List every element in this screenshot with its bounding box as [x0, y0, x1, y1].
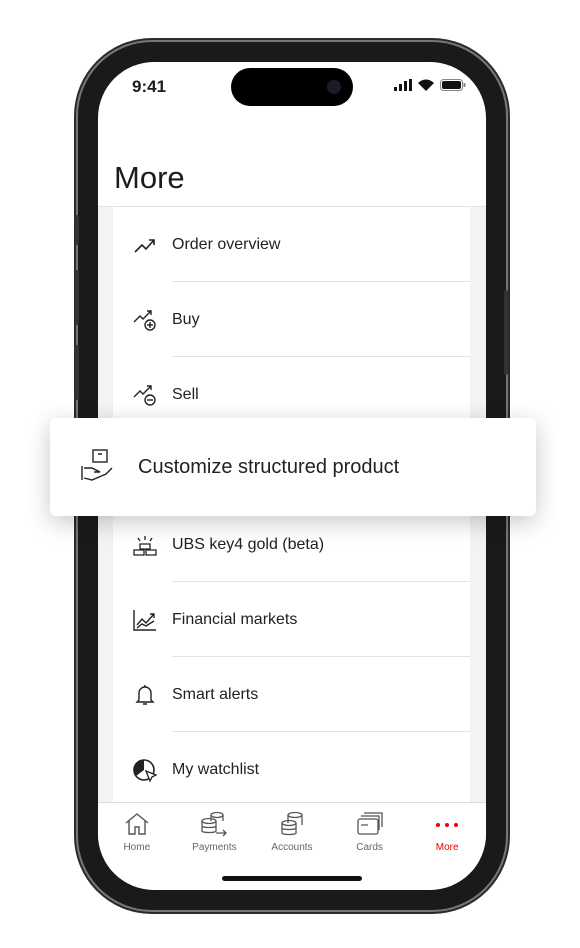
- menu-item-smart-alerts[interactable]: Smart alerts: [113, 657, 470, 732]
- menu-item-financial-markets[interactable]: Financial markets: [113, 582, 470, 657]
- menu-item-watchlist[interactable]: My watchlist: [113, 732, 470, 807]
- chart-icon: [113, 608, 172, 632]
- watchlist-icon: [113, 757, 172, 783]
- menu-item-gold[interactable]: UBS key4 gold (beta): [113, 507, 470, 582]
- bell-icon: [113, 683, 172, 707]
- signal-icon: [394, 79, 412, 91]
- page-title: More: [114, 160, 185, 195]
- trend-plus-icon: [113, 308, 172, 332]
- trend-up-icon: [113, 235, 172, 255]
- mute-switch: [75, 215, 79, 245]
- tab-accounts[interactable]: Accounts: [253, 803, 331, 872]
- status-icons: [394, 79, 466, 91]
- status-time: 9:41: [132, 77, 167, 96]
- payments-icon: [201, 811, 228, 837]
- tab-payments[interactable]: Payments: [176, 803, 254, 872]
- menu-item-customize-structured-product[interactable]: Customize structured product: [50, 418, 536, 516]
- dots-icon: [436, 823, 459, 827]
- battery-icon: [440, 79, 466, 91]
- wifi-icon: [418, 79, 434, 91]
- camera-icon: [327, 80, 341, 94]
- dynamic-island: [231, 68, 353, 106]
- tab-bar: Home Payments Accounts Cards More: [98, 802, 486, 872]
- volume-up: [75, 270, 79, 325]
- tab-home[interactable]: Home: [98, 803, 176, 872]
- home-icon: [125, 813, 149, 835]
- home-indicator: [222, 876, 362, 881]
- tab-more[interactable]: More: [408, 803, 486, 872]
- cards-icon: [356, 812, 383, 835]
- hand-box-icon: [80, 448, 116, 487]
- trend-minus-icon: [113, 383, 172, 407]
- tab-cards[interactable]: Cards: [331, 803, 409, 872]
- gold-bars-icon: [113, 534, 172, 556]
- coins-icon: [281, 811, 303, 836]
- menu-item-buy[interactable]: Buy: [113, 282, 470, 357]
- power-button: [504, 290, 508, 375]
- menu-item-order-overview[interactable]: Order overview: [113, 207, 470, 282]
- volume-down: [75, 345, 79, 400]
